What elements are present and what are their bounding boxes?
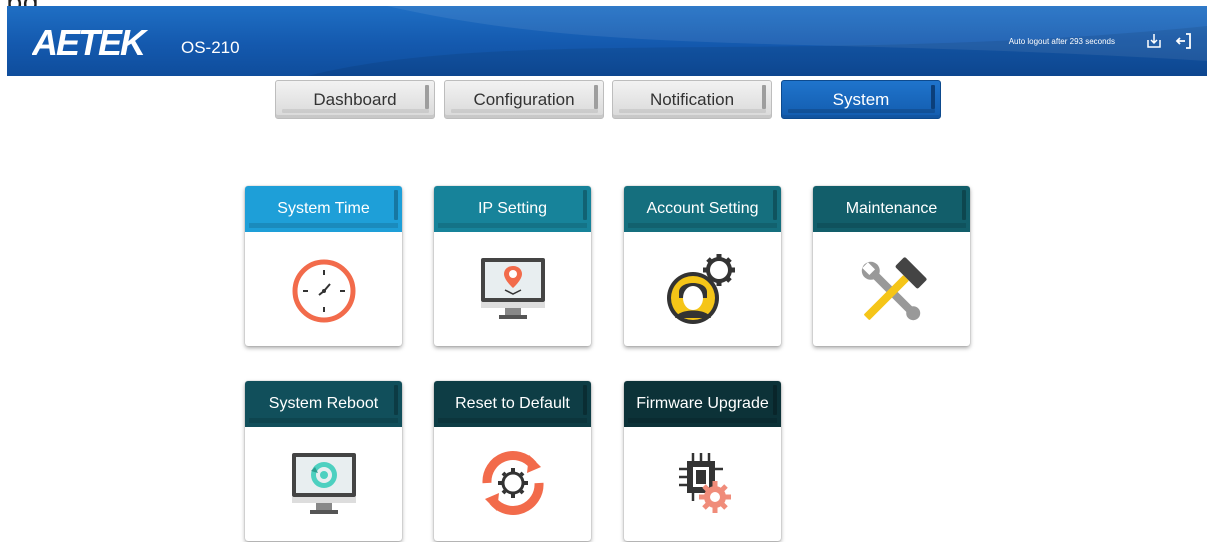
tab-label: System xyxy=(832,90,890,109)
card-header: System Time xyxy=(245,186,402,232)
card-title: System Reboot xyxy=(268,395,379,412)
tab-label: Configuration xyxy=(473,90,575,109)
system-reboot-card[interactable]: System Reboot xyxy=(245,381,402,541)
reset-to-default-card[interactable]: Reset to Default xyxy=(434,381,591,541)
card-title: Account Setting xyxy=(646,200,759,217)
clock-icon xyxy=(245,232,402,346)
top-header: AETEK OS-210 Auto logout after 293 secon… xyxy=(7,6,1207,76)
model-name: OS-210 xyxy=(181,38,240,57)
card-title: System Time xyxy=(277,200,370,217)
gear-refresh-icon xyxy=(434,427,591,541)
save-config-icon[interactable] xyxy=(1145,32,1163,55)
card-header: Maintenance xyxy=(813,186,970,232)
firmware-upgrade-card[interactable]: Firmware Upgrade xyxy=(624,381,781,541)
svg-text:AETEK: AETEK xyxy=(32,22,149,60)
card-title: Reset to Default xyxy=(455,395,570,412)
logout-icon[interactable] xyxy=(1175,32,1193,55)
tab-label: Dashboard xyxy=(313,90,397,109)
chip-gear-icon xyxy=(624,427,781,541)
monitor-location-icon xyxy=(434,232,591,346)
tab-system[interactable]: System xyxy=(781,80,941,119)
account-setting-card[interactable]: Account Setting xyxy=(624,186,781,346)
hammer-wrench-icon xyxy=(813,232,970,346)
tab-configuration[interactable]: Configuration xyxy=(444,80,604,119)
card-title: IP Setting xyxy=(477,200,548,217)
tab-notification[interactable]: Notification xyxy=(612,80,772,119)
monitor-refresh-icon xyxy=(245,427,402,541)
user-gear-icon xyxy=(624,232,781,346)
aetek-logo: AETEK xyxy=(31,22,162,65)
card-header: System Reboot xyxy=(245,381,402,427)
tab-label: Notification xyxy=(649,90,735,109)
tab-dashboard[interactable]: Dashboard xyxy=(275,80,435,119)
maintenance-card[interactable]: Maintenance xyxy=(813,186,970,346)
card-header: Account Setting xyxy=(624,186,781,232)
system-time-card[interactable]: System Time xyxy=(245,186,402,346)
card-header: Firmware Upgrade xyxy=(624,381,781,427)
card-title: Maintenance xyxy=(845,200,938,217)
auto-logout-text: Auto logout after 293 seconds xyxy=(1008,37,1115,46)
ip-setting-card[interactable]: IP Setting xyxy=(434,186,591,346)
card-header: Reset to Default xyxy=(434,381,591,427)
card-title: Firmware Upgrade xyxy=(636,395,769,412)
card-header: IP Setting xyxy=(434,186,591,232)
